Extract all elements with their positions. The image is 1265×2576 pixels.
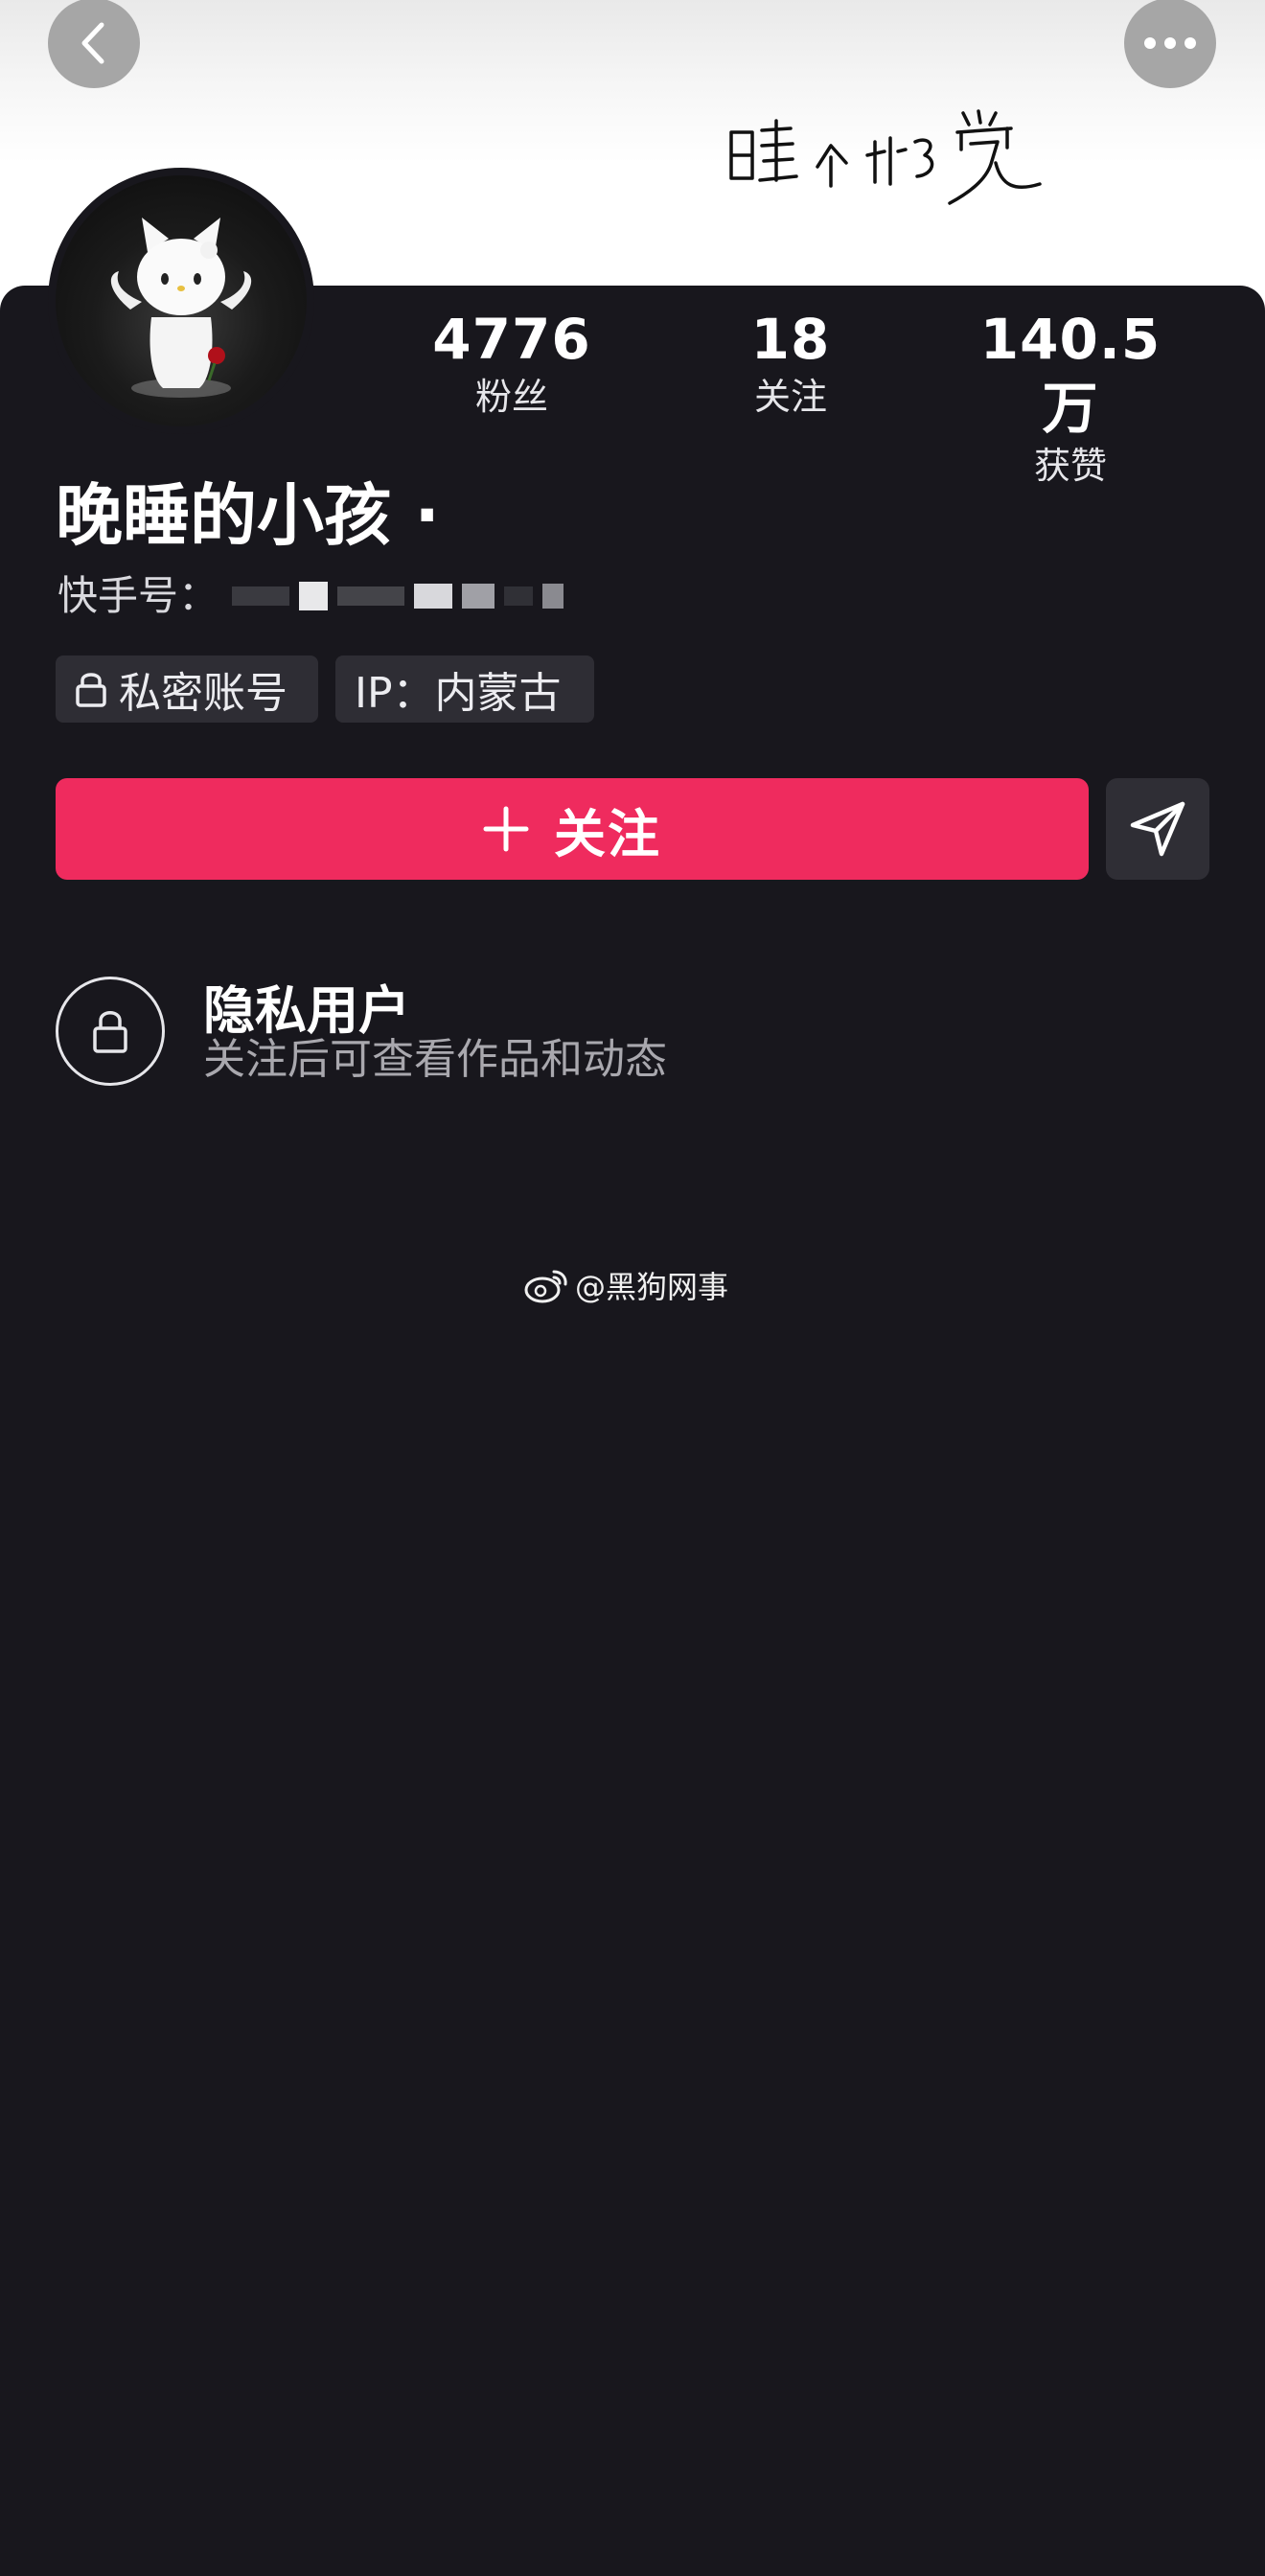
fans-count: 4776 <box>432 307 591 372</box>
lock-icon <box>76 673 106 707</box>
chevron-left-icon <box>81 22 104 64</box>
user-id[interactable]: 快手号： <box>58 567 564 625</box>
following-label: 关注 <box>753 376 827 418</box>
username: 晚睡的小孩 · <box>56 476 440 555</box>
weibo-icon <box>524 1270 567 1303</box>
stat-likes[interactable]: 140.5万 获赞 <box>965 305 1176 489</box>
private-account-label: 私密账号 <box>119 669 288 718</box>
profile-panel <box>0 286 1265 2576</box>
watermark: @黑狗网事 <box>523 1263 728 1307</box>
ip-location-tag: IP：内蒙古 <box>335 656 594 723</box>
send-message-button[interactable] <box>1106 778 1209 880</box>
banner-handwriting <box>729 109 1042 205</box>
redacted-id <box>222 582 564 610</box>
likes-count: 140.5万 <box>979 307 1162 441</box>
privacy-lock-badge <box>56 977 165 1086</box>
back-button[interactable] <box>48 0 140 88</box>
private-account-tag: 私密账号 <box>56 656 318 723</box>
hello-kitty-angel-avatar <box>110 218 252 398</box>
lock-icon <box>93 1011 127 1053</box>
more-dots-icon <box>1144 37 1196 49</box>
follow-button[interactable]: 关注 <box>56 778 1089 880</box>
likes-label: 获赞 <box>1033 445 1107 487</box>
avatar[interactable] <box>48 168 314 434</box>
stat-following[interactable]: 18 关注 <box>685 305 896 420</box>
private-user-description: 关注后可查看作品和动态 <box>203 1035 667 1084</box>
ip-location-label: IP：内蒙古 <box>355 669 562 718</box>
following-count: 18 <box>750 307 831 372</box>
send-icon <box>1130 801 1185 857</box>
user-id-label: 快手号： <box>58 572 219 619</box>
more-button[interactable] <box>1124 0 1216 88</box>
watermark-text: @黑狗网事 <box>575 1269 729 1305</box>
follow-label: 关注 <box>554 803 661 864</box>
stat-fans[interactable]: 4776 粉丝 <box>406 305 617 420</box>
plus-icon <box>483 806 529 852</box>
fans-label: 粉丝 <box>474 376 548 418</box>
